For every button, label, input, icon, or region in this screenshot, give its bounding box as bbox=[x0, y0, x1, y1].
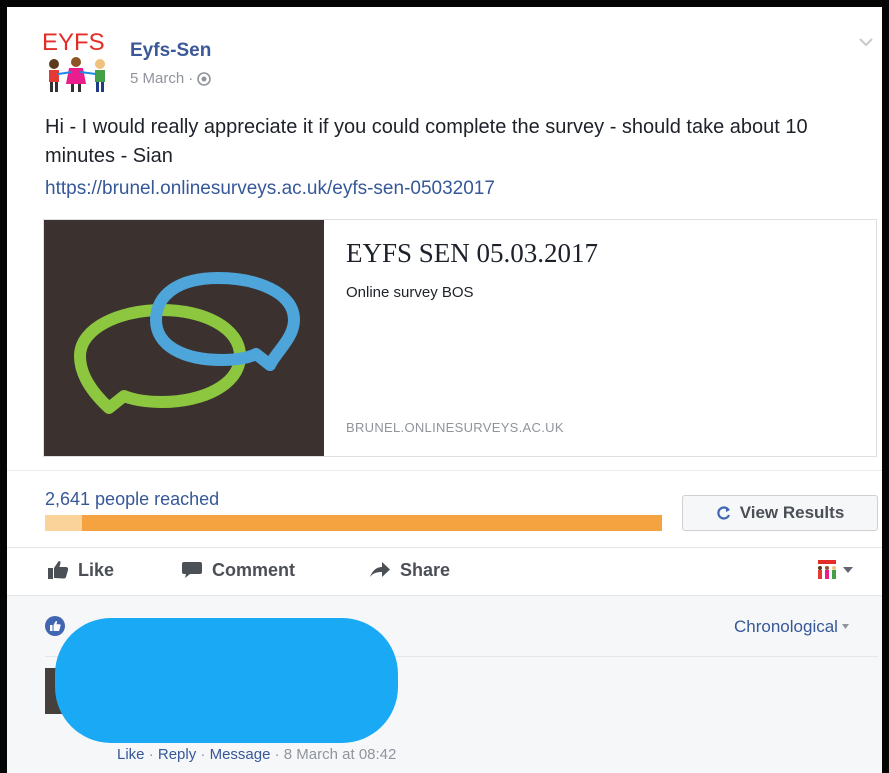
card-subtitle: Online survey BOS bbox=[346, 284, 474, 301]
divider bbox=[7, 470, 882, 471]
comment-like-link[interactable]: Like bbox=[117, 746, 145, 763]
like-reaction-icon[interactable] bbox=[45, 616, 65, 636]
comment-reply-link[interactable]: Reply bbox=[158, 746, 196, 763]
comment-button[interactable]: Comment bbox=[181, 559, 295, 581]
page-name-link[interactable]: Eyfs-Sen bbox=[130, 40, 211, 62]
comments-section: Chronological Like · Reply · Message · 8… bbox=[7, 596, 882, 773]
post-text: Hi - I would really appreciate it if you… bbox=[45, 116, 808, 167]
thumbs-up-icon bbox=[48, 561, 69, 579]
post-meta: 5 March · bbox=[130, 70, 211, 87]
share-label: Share bbox=[400, 559, 451, 580]
like-label: Like bbox=[78, 559, 115, 580]
page-avatar[interactable]: EYFS bbox=[38, 26, 118, 100]
speech-bubbles-image bbox=[44, 220, 324, 456]
meta-dot: · bbox=[188, 70, 194, 87]
comment-icon bbox=[182, 562, 202, 578]
divider bbox=[7, 547, 882, 548]
post-link[interactable]: https://brunel.onlinesurveys.ac.uk/eyfs-… bbox=[45, 178, 495, 200]
view-results-label: View Results bbox=[739, 503, 845, 522]
card-title[interactable]: EYFS SEN 05.03.2017 bbox=[346, 238, 598, 269]
like-button[interactable]: Like bbox=[47, 559, 114, 581]
globe-icon[interactable] bbox=[197, 71, 211, 86]
comment-timestamp[interactable]: 8 March at 08:42 bbox=[284, 746, 397, 763]
logo-text: EYFS bbox=[42, 29, 105, 56]
dropdown-arrow-icon bbox=[843, 567, 853, 573]
post-date[interactable]: 5 March bbox=[130, 70, 184, 87]
refresh-icon bbox=[717, 506, 730, 520]
comment-label: Comment bbox=[212, 559, 296, 580]
link-preview-card[interactable]: EYFS SEN 05.03.2017 Online survey BOS BR… bbox=[43, 219, 877, 457]
comment-sort-label: Chronological bbox=[734, 617, 838, 636]
post-options-chevron-icon[interactable] bbox=[859, 37, 873, 47]
view-results-button[interactable]: View Results bbox=[682, 495, 878, 531]
share-arrow-icon bbox=[370, 562, 390, 577]
comment-actions: Like · Reply · Message · 8 March at 08:4… bbox=[117, 746, 397, 763]
redaction-overlay bbox=[55, 618, 398, 743]
people-reached-link[interactable]: 2,641 people reached bbox=[45, 489, 219, 510]
reach-progress-segment bbox=[45, 515, 83, 531]
sort-caret-icon bbox=[841, 624, 849, 629]
page-avatar-mini-icon bbox=[818, 560, 836, 579]
comment-message-link[interactable]: Message bbox=[210, 746, 271, 763]
comment-sort-dropdown[interactable]: Chronological bbox=[734, 617, 849, 637]
post-as-selector[interactable] bbox=[815, 559, 853, 581]
share-button[interactable]: Share bbox=[369, 559, 450, 581]
post-frame: EYFS Eyfs-Sen 5 March · Hi - I would rea… bbox=[0, 0, 889, 773]
reach-progress-bar bbox=[45, 515, 662, 531]
card-domain: BRUNEL.ONLINESURVEYS.AC.UK bbox=[346, 420, 564, 435]
